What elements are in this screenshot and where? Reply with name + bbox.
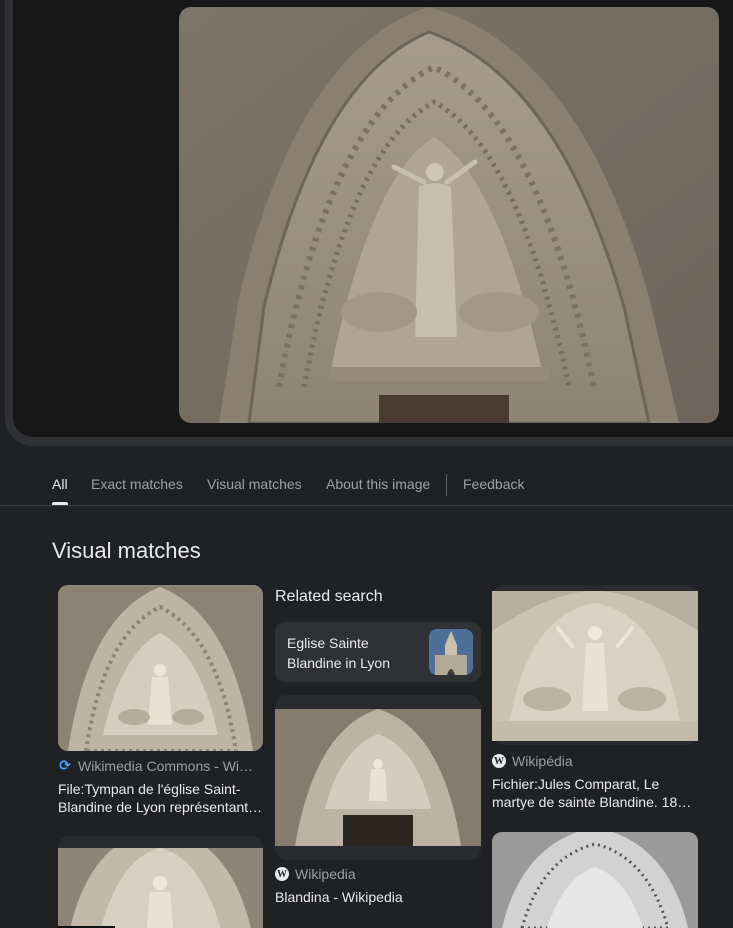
result-source[interactable]: W Wikipédia <box>492 753 698 769</box>
result-caption[interactable]: Fichier:Jules Comparat, Le martye de sai… <box>492 775 698 811</box>
result-caption[interactable]: Blandina - Wikipedia <box>275 888 481 906</box>
result-source-label: Wikipedia <box>295 866 356 882</box>
result-source-label: Wikimedia Commons - Wi… <box>78 758 254 774</box>
result-image[interactable] <box>275 709 481 846</box>
result-source[interactable]: W Wikipedia <box>275 866 481 882</box>
results-tabs: All Exact matches Visual matches About t… <box>0 466 733 506</box>
related-search-chip[interactable]: Eglise Sainte Blandine in Lyon <box>275 622 481 682</box>
tab-exact-matches[interactable]: Exact matches <box>91 476 183 492</box>
wikipedia-icon: W <box>492 754 506 768</box>
wikimedia-icon: ⟳ <box>59 758 71 774</box>
result-source-label: Wikipédia <box>512 753 573 769</box>
result-source[interactable]: ⟳ Wikimedia Commons - Wi… <box>58 758 263 774</box>
result-image[interactable] <box>58 848 263 928</box>
related-search-title: Related search <box>275 588 383 605</box>
section-title: Visual matches <box>52 538 201 563</box>
result-caption[interactable]: File:Tympan de l'église Saint-Blandine d… <box>58 780 263 816</box>
tab-visual-matches[interactable]: Visual matches <box>207 476 302 492</box>
result-image[interactable] <box>492 832 698 928</box>
active-tab-indicator <box>52 502 68 505</box>
related-search-thumbnail <box>429 629 473 675</box>
related-search-label: Eglise Sainte Blandine in Lyon <box>287 635 391 671</box>
result-image[interactable] <box>492 591 698 741</box>
wikipedia-icon: W <box>275 867 289 881</box>
tab-all[interactable]: All <box>52 476 68 492</box>
tab-about-this-image[interactable]: About this image <box>326 476 430 492</box>
feedback-link[interactable]: Feedback <box>463 476 524 492</box>
main-image[interactable] <box>179 7 719 423</box>
tab-divider <box>446 474 447 496</box>
result-image[interactable] <box>58 585 263 751</box>
